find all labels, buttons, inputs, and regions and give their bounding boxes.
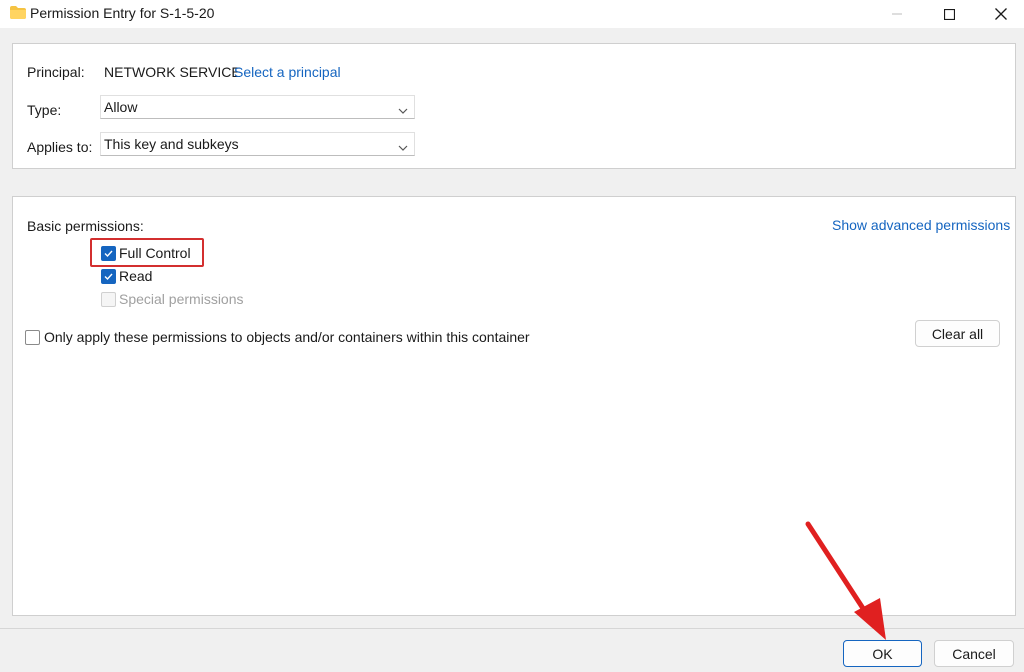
applies-to-label: Applies to: <box>27 139 93 155</box>
close-button[interactable] <box>978 0 1024 28</box>
select-principal-link[interactable]: Select a principal <box>234 64 341 80</box>
special-permissions-label: Special permissions <box>119 291 244 307</box>
maximize-button[interactable] <box>926 0 972 28</box>
read-label: Read <box>119 268 153 284</box>
type-label: Type: <box>27 102 62 118</box>
checkmark-icon <box>104 250 113 258</box>
read-checkbox[interactable] <box>101 269 116 284</box>
applies-to-select[interactable]: This key and subkeys <box>100 132 415 156</box>
special-permissions-checkbox <box>101 292 116 307</box>
close-icon <box>995 8 1007 20</box>
chevron-down-icon <box>398 102 408 118</box>
cancel-button[interactable]: Cancel <box>934 640 1014 667</box>
full-control-label: Full Control <box>119 245 191 261</box>
only-apply-label: Only apply these permissions to objects … <box>44 329 530 345</box>
footer-divider <box>0 628 1024 629</box>
title-bar: Permission Entry for S-1-5-20 <box>0 0 1024 28</box>
principal-value: NETWORK SERVICE <box>104 64 241 80</box>
folder-icon <box>10 6 26 19</box>
applies-to-select-value: This key and subkeys <box>104 136 239 152</box>
only-apply-checkbox[interactable] <box>25 330 40 345</box>
basic-permissions-heading: Basic permissions: <box>27 218 144 234</box>
type-select-value: Allow <box>104 99 138 115</box>
clear-all-button[interactable]: Clear all <box>915 320 1000 347</box>
minimize-icon <box>892 13 902 15</box>
checkmark-icon <box>104 273 113 281</box>
maximize-icon <box>943 8 955 20</box>
full-control-checkbox[interactable] <box>101 246 116 261</box>
type-select[interactable]: Allow <box>100 95 415 119</box>
principal-label: Principal: <box>27 64 85 80</box>
minimize-button[interactable] <box>874 0 920 28</box>
show-advanced-permissions-link[interactable]: Show advanced permissions <box>832 217 1010 233</box>
chevron-down-icon <box>398 139 408 155</box>
ok-button[interactable]: OK <box>843 640 922 667</box>
window-title: Permission Entry for S-1-5-20 <box>30 5 215 21</box>
